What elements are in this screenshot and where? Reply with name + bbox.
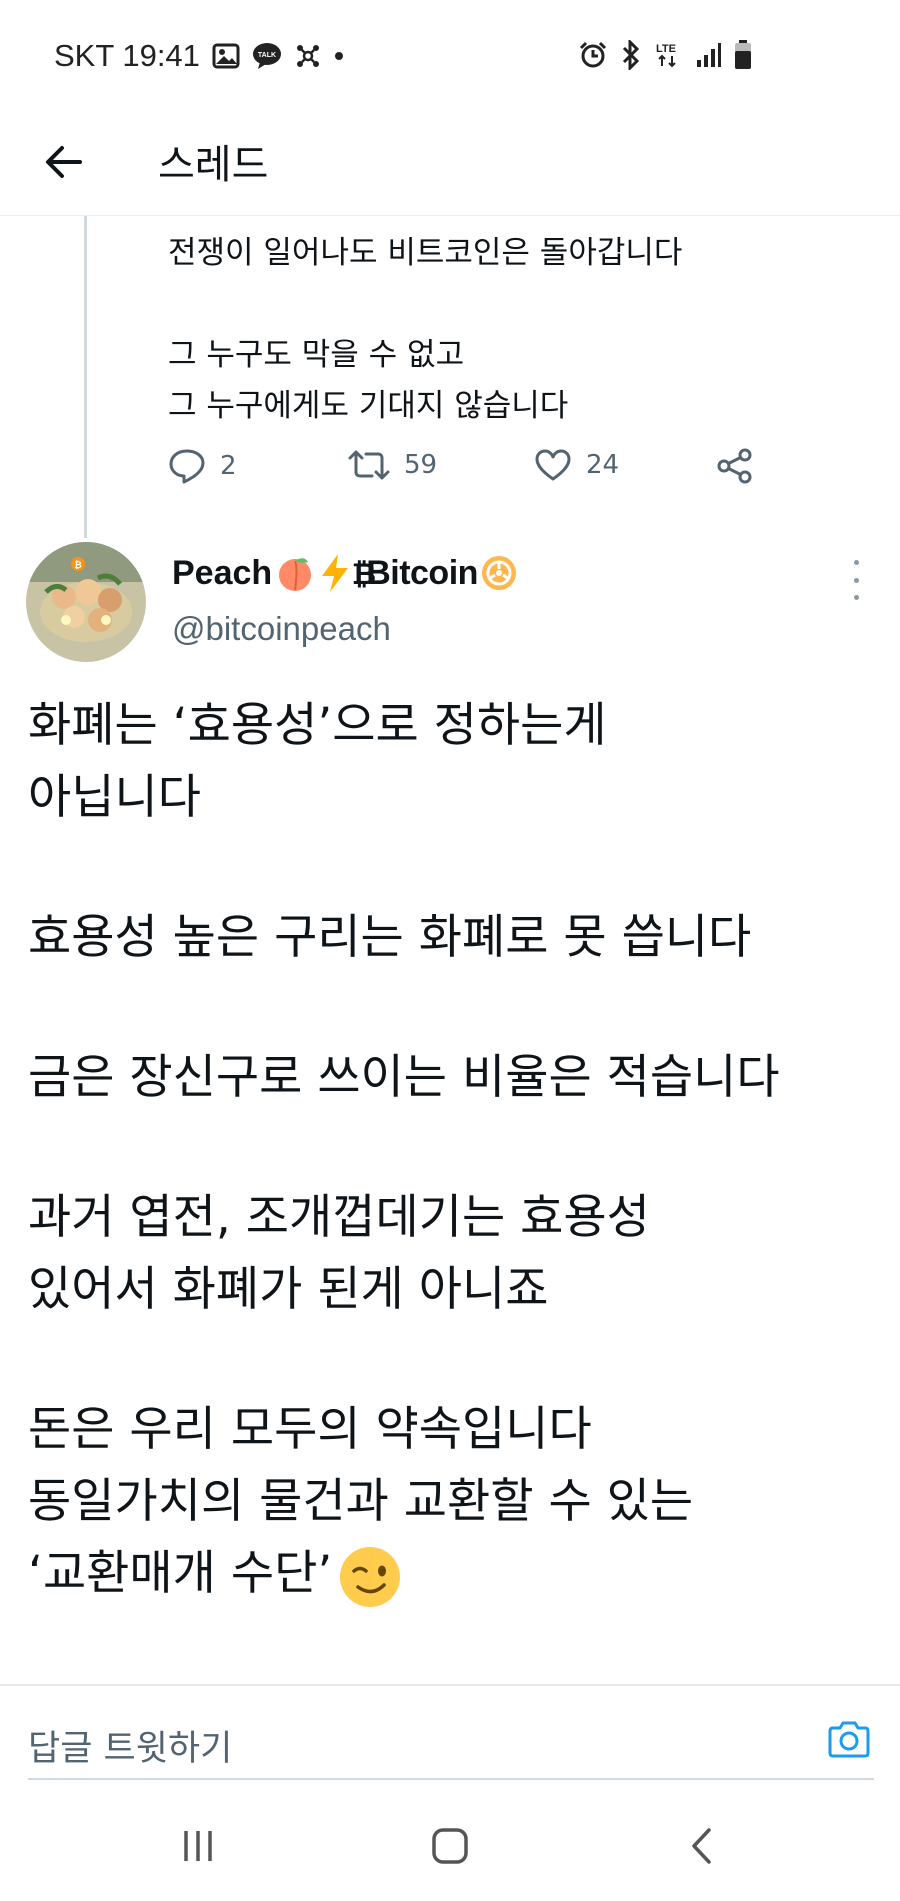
gallery-icon bbox=[212, 43, 240, 69]
arrow-left-icon bbox=[46, 146, 82, 178]
tweet-paragraph: 금은 장신구로 쓰이는 비율은 적습니다 bbox=[28, 1050, 780, 1105]
status-bar: SKT 19:41 TALK LTE bbox=[0, 0, 900, 112]
share-button[interactable] bbox=[716, 448, 754, 484]
reply-button[interactable]: 2 bbox=[168, 448, 237, 484]
more-dot-icon bbox=[853, 577, 859, 583]
thread-connector-line bbox=[84, 216, 87, 538]
like-button[interactable]: 24 bbox=[534, 448, 619, 482]
battery-icon bbox=[734, 40, 752, 70]
author-handle[interactable]: @bitcoinpeach bbox=[172, 610, 391, 648]
signal-icon bbox=[696, 42, 722, 68]
author-name[interactable]: Peach ₿ Bitcoin bbox=[172, 552, 518, 594]
reply-bar: 답글 트윗하기 bbox=[0, 1684, 900, 1784]
author-name-text: Peach bbox=[172, 553, 273, 592]
heart-icon bbox=[535, 449, 571, 481]
home-icon bbox=[432, 1828, 468, 1864]
tweet-paragraph-last: 돈은 우리 모두의 약속입니다 동일가치의 물건과 교환할 수 있는 ‘교환매개… bbox=[28, 1394, 888, 1610]
svg-text:LTE: LTE bbox=[656, 43, 676, 55]
lte-icon: LTE bbox=[654, 40, 684, 70]
status-left: SKT 19:41 TALK bbox=[54, 38, 344, 74]
share-icon bbox=[717, 448, 752, 484]
carrier-time: SKT 19:41 bbox=[54, 38, 200, 73]
page-title: 스레드 bbox=[158, 142, 269, 188]
more-options-button[interactable] bbox=[848, 560, 864, 600]
home-button[interactable] bbox=[420, 1818, 480, 1874]
camera-button[interactable] bbox=[824, 1714, 874, 1764]
tweet-text: 화폐는 ‘효용성’으로 정하는게 아닙니다 효용성 높은 구리는 화폐로 못 씁… bbox=[28, 690, 888, 1610]
recent-apps-button[interactable] bbox=[168, 1818, 228, 1874]
system-back-button[interactable] bbox=[672, 1818, 732, 1874]
tweet-paragraph: 효용성 높은 구리는 화폐로 못 씁니다 bbox=[28, 910, 752, 965]
thread-header: 스레드 bbox=[0, 112, 900, 216]
svg-text:₿: ₿ bbox=[74, 560, 81, 571]
notification-dot-icon bbox=[334, 51, 344, 61]
retweet-button[interactable]: 59 bbox=[348, 448, 437, 482]
peach-icon bbox=[279, 558, 312, 591]
speech-bubble-icon bbox=[169, 449, 205, 484]
network-hub-icon bbox=[294, 42, 322, 70]
kakaotalk-icon: TALK bbox=[252, 42, 282, 70]
previous-tweet-actions: 2 59 24 bbox=[168, 448, 758, 498]
tweet-paragraph: 화폐는 ‘효용성’으로 정하는게 아닙니다 bbox=[28, 698, 607, 825]
previous-tweet-paragraph: 그 누구도 막을 수 없고 그 누구에게도 기대지 않습니다 bbox=[168, 337, 569, 424]
status-right: LTE bbox=[578, 40, 752, 70]
reply-count: 2 bbox=[220, 451, 237, 481]
previous-tweet-paragraph: 전쟁이 일어나도 비트코인은 돌아갑니다 bbox=[168, 235, 683, 271]
retweet-count: 59 bbox=[404, 450, 438, 480]
like-count: 24 bbox=[586, 450, 620, 480]
bluetooth-icon bbox=[620, 40, 642, 70]
winking-face-icon bbox=[340, 1546, 401, 1607]
back-button[interactable] bbox=[36, 134, 92, 190]
svg-text:TALK: TALK bbox=[258, 52, 276, 59]
more-dot-icon bbox=[853, 560, 859, 565]
more-dot-icon bbox=[853, 595, 859, 600]
reply-placeholder: 답글 트윗하기 bbox=[28, 1729, 233, 1769]
tweet-paragraph: 과거 엽전, 조개껍데기는 효용성 있어서 화폐가 된게 아니죠 bbox=[28, 1190, 650, 1317]
retweet-icon bbox=[348, 450, 390, 480]
system-nav-bar bbox=[0, 1790, 900, 1901]
alarm-icon bbox=[578, 40, 608, 70]
recent-apps-icon bbox=[184, 1831, 212, 1861]
reply-input[interactable]: 답글 트윗하기 bbox=[28, 1698, 874, 1780]
camera-icon bbox=[828, 1721, 870, 1758]
author-name-suffix: Bitcoin bbox=[366, 553, 478, 592]
avatar[interactable]: ₿ bbox=[26, 542, 146, 662]
chevron-left-icon bbox=[692, 1828, 711, 1864]
previous-tweet-text: 전쟁이 일어나도 비트코인은 돌아갑니다 그 누구도 막을 수 없고 그 누구에… bbox=[168, 228, 682, 432]
biohazard-icon bbox=[481, 556, 516, 590]
lightning-icon bbox=[322, 554, 349, 592]
